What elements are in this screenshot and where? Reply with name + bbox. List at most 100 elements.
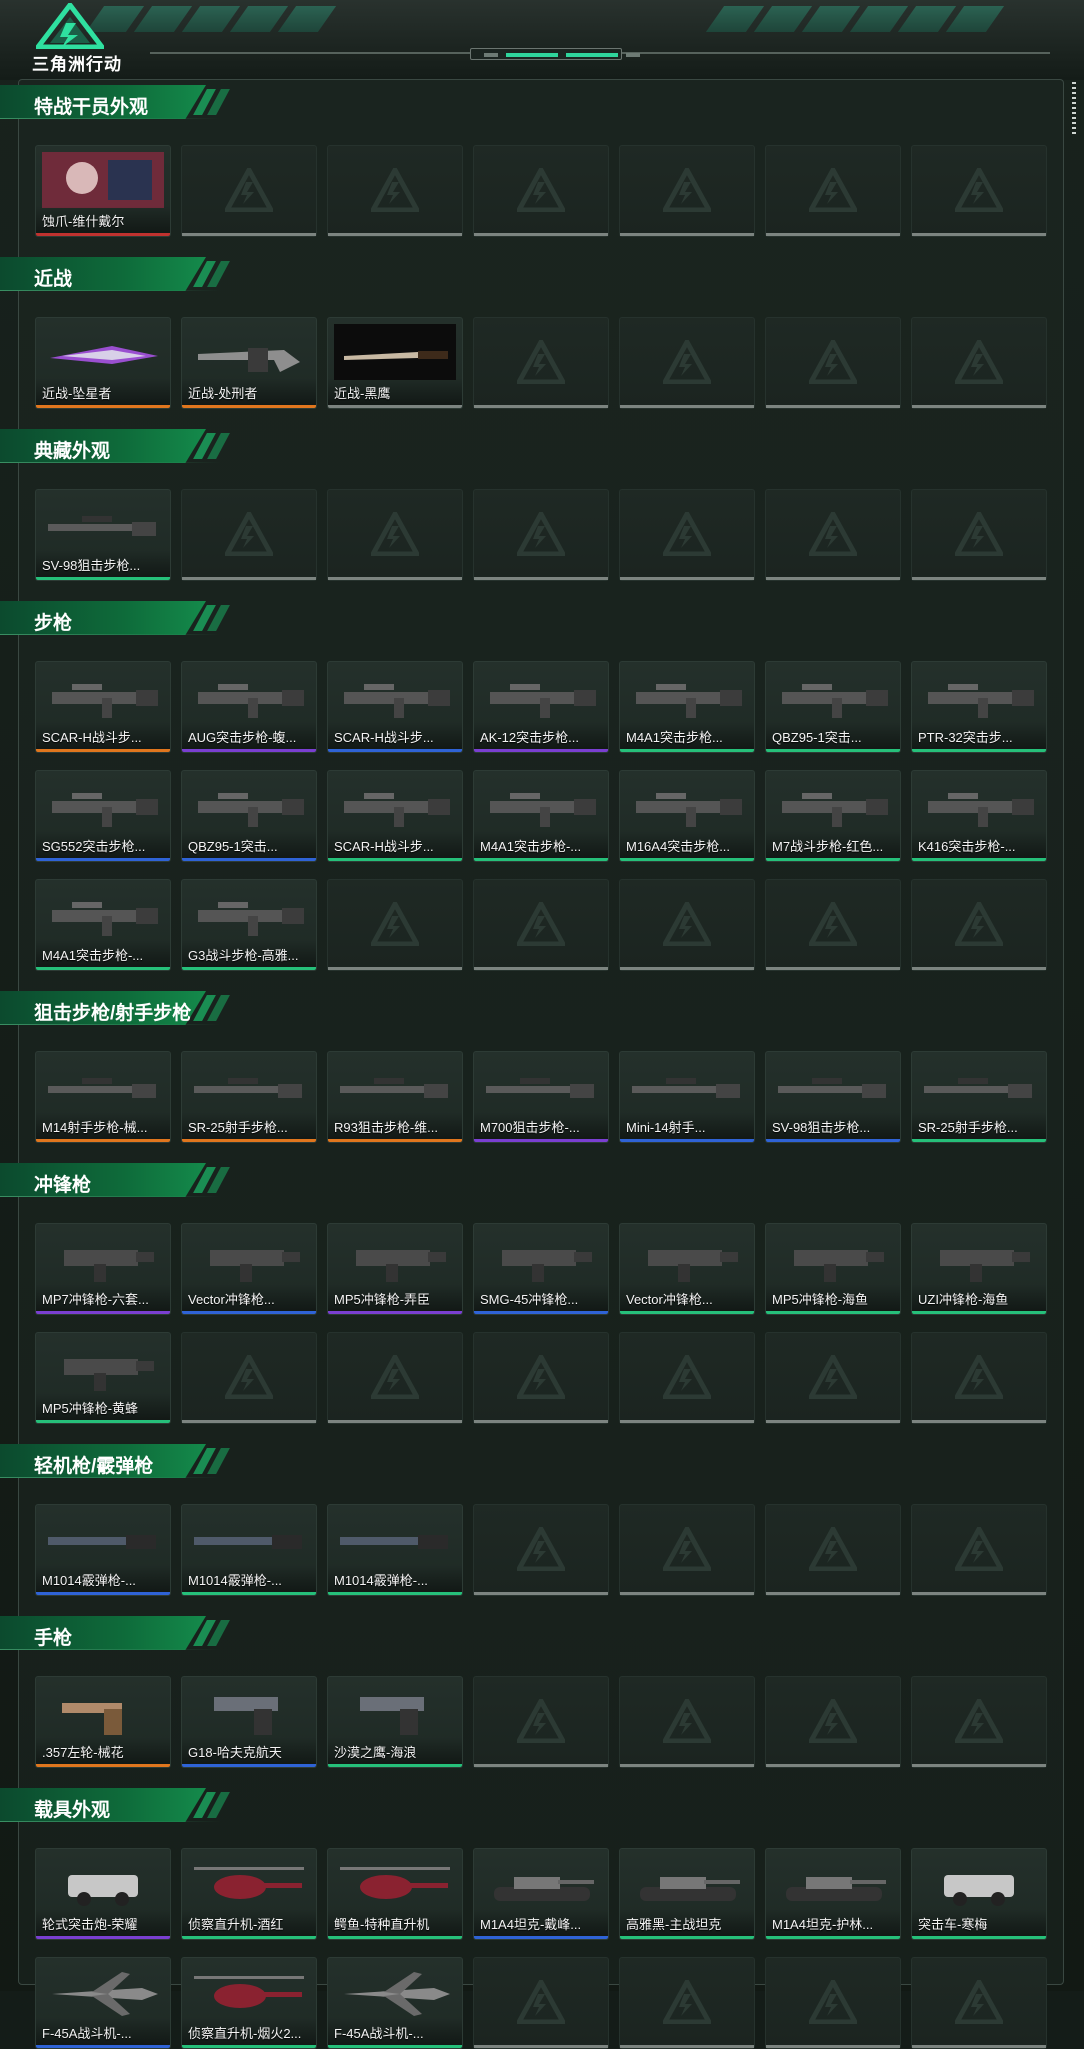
- empty-slot-logo-icon: [663, 1980, 711, 2024]
- collection-item-card[interactable]: K416突击步枪-...: [911, 770, 1047, 862]
- collection-item-card[interactable]: SV-98狙击步枪...: [765, 1051, 901, 1143]
- rarity-bar: [182, 1936, 316, 1939]
- collection-item-card[interactable]: Vector冲锋枪...: [181, 1223, 317, 1315]
- rarity-bar: [474, 749, 608, 752]
- collection-item-card[interactable]: M4A1突击步枪-...: [473, 770, 609, 862]
- collection-item-card[interactable]: SCAR-H战斗步...: [35, 661, 171, 753]
- item-label: UZI冲锋枪-海鱼: [918, 1292, 1009, 1307]
- collection-item-card[interactable]: AUG突击步枪-蝮...: [181, 661, 317, 753]
- collection-item-card[interactable]: QBZ95-1突击...: [181, 770, 317, 862]
- section-header: 冲锋枪: [0, 1163, 236, 1197]
- collection-item-card[interactable]: F-45A战斗机-...: [327, 1957, 463, 2049]
- assault-rifle-icon: [636, 793, 742, 827]
- collection-item-card[interactable]: G18-哈夫克航天: [181, 1676, 317, 1768]
- collection-item-card[interactable]: R93狙击步枪-维...: [327, 1051, 463, 1143]
- empty-slot: [619, 1676, 755, 1768]
- collection-item-card[interactable]: 突击车-寒梅: [911, 1848, 1047, 1940]
- rarity-bar: [766, 749, 900, 752]
- empty-slot-logo-icon: [955, 1355, 1003, 1399]
- empty-slot: [911, 1332, 1047, 1424]
- item-label: M4A1突击步枪-...: [480, 839, 582, 854]
- empty-slot-bar: [766, 577, 900, 580]
- collection-item-card[interactable]: M700狙击步枪-...: [473, 1051, 609, 1143]
- item-label: M1A4坦克-戴峰...: [480, 1917, 582, 1932]
- item-label: 蚀爪-维什戴尔: [42, 214, 125, 229]
- collection-item-card[interactable]: M14射手步枪-械...: [35, 1051, 171, 1143]
- collection-item-card[interactable]: SR-25射手步枪...: [911, 1051, 1047, 1143]
- rarity-bar: [328, 1139, 462, 1142]
- empty-slot-bar: [766, 1764, 900, 1767]
- empty-slot-logo-icon: [517, 512, 565, 556]
- collection-item-card[interactable]: 轮式突击炮-荣耀: [35, 1848, 171, 1940]
- empty-slot-logo-icon: [663, 512, 711, 556]
- section-title: 手枪: [34, 1628, 73, 1649]
- collection-item-card[interactable]: 近战-坠星者: [35, 317, 171, 409]
- collection-item-card[interactable]: QBZ95-1突击...: [765, 661, 901, 753]
- collection-item-card[interactable]: M4A1突击步枪...: [619, 661, 755, 753]
- collection-item-card[interactable]: SG552突击步枪...: [35, 770, 171, 862]
- collection-item-card[interactable]: M1A4坦克-戴峰...: [473, 1848, 609, 1940]
- empty-slot: [473, 1504, 609, 1596]
- rarity-bar: [620, 858, 754, 861]
- smg-icon: [794, 1250, 884, 1282]
- item-label: 侦察直升机-烟火2...: [188, 2026, 302, 2041]
- empty-slot: [765, 1957, 901, 2049]
- shotgun-icon: [48, 1535, 156, 1549]
- collection-item-card[interactable]: G3战斗步枪-高雅...: [181, 879, 317, 971]
- empty-slot-bar: [328, 577, 462, 580]
- collection-item-card[interactable]: M1A4坦克-护林...: [765, 1848, 901, 1940]
- item-label: M4A1突击步枪...: [626, 730, 723, 745]
- collection-item-card[interactable]: 侦察直升机-烟火2...: [181, 1957, 317, 2049]
- collection-item-card[interactable]: 蚀爪-维什戴尔: [35, 145, 171, 237]
- assault-rifle-icon: [928, 793, 1034, 827]
- empty-slot-bar: [474, 233, 608, 236]
- collection-item-card[interactable]: .357左轮-械花: [35, 1676, 171, 1768]
- collection-item-card[interactable]: SV-98狙击步枪...: [35, 489, 171, 581]
- collection-item-card[interactable]: 鳄鱼-特种直升机: [327, 1848, 463, 1940]
- collection-item-card[interactable]: SR-25射手步枪...: [181, 1051, 317, 1143]
- item-label: Vector冲锋枪...: [188, 1292, 275, 1307]
- collection-item-card[interactable]: MP5冲锋枪-黄蜂: [35, 1332, 171, 1424]
- empty-slot-bar: [620, 1420, 754, 1423]
- empty-slot: [473, 1332, 609, 1424]
- section-header: 载具外观: [0, 1788, 236, 1822]
- collection-item-card[interactable]: F-45A战斗机-...: [35, 1957, 171, 2049]
- assault-rifle-icon: [344, 793, 450, 827]
- empty-slot-logo-icon: [809, 902, 857, 946]
- collection-item-card[interactable]: SCAR-H战斗步...: [327, 661, 463, 753]
- scrollbar[interactable]: [1072, 82, 1076, 134]
- collection-item-card[interactable]: SMG-45冲锋枪...: [473, 1223, 609, 1315]
- collection-item-card[interactable]: MP5冲锋枪-海鱼: [765, 1223, 901, 1315]
- sniper-rifle-icon: [194, 1078, 302, 1098]
- collection-item-card[interactable]: 近战-处刑者: [181, 317, 317, 409]
- collection-item-card[interactable]: AK-12突击步枪...: [473, 661, 609, 753]
- collection-item-card[interactable]: M1014霰弹枪-...: [327, 1504, 463, 1596]
- collection-item-card[interactable]: 沙漠之鹰-海浪: [327, 1676, 463, 1768]
- collection-item-card[interactable]: Vector冲锋枪...: [619, 1223, 755, 1315]
- empty-slot: [473, 489, 609, 581]
- collection-item-card[interactable]: 侦察直升机-酒红: [181, 1848, 317, 1940]
- rarity-bar: [328, 1592, 462, 1595]
- collection-item-card[interactable]: M1014霰弹枪-...: [35, 1504, 171, 1596]
- item-label: M1014霰弹枪-...: [334, 1573, 428, 1588]
- collection-item-card[interactable]: MP7冲锋枪-六套...: [35, 1223, 171, 1315]
- melee-blade-icon: [50, 346, 158, 364]
- collection-item-card[interactable]: M1014霰弹枪-...: [181, 1504, 317, 1596]
- collection-item-card[interactable]: SCAR-H战斗步...: [327, 770, 463, 862]
- collection-item-card[interactable]: PTR-32突击步...: [911, 661, 1047, 753]
- rarity-bar: [36, 1420, 170, 1423]
- collection-item-card[interactable]: M16A4突击步枪...: [619, 770, 755, 862]
- collection-item-card[interactable]: 高雅黑-主战坦克: [619, 1848, 755, 1940]
- collection-item-card[interactable]: UZI冲锋枪-海鱼: [911, 1223, 1047, 1315]
- collection-item-card[interactable]: M7战斗步枪-红色...: [765, 770, 901, 862]
- collection-item-card[interactable]: Mini-14射手...: [619, 1051, 755, 1143]
- empty-slot-logo-icon: [371, 1355, 419, 1399]
- empty-slot-bar: [620, 1592, 754, 1595]
- item-label: MP5冲锋枪-海鱼: [772, 1292, 869, 1307]
- header-decor-left: [85, 6, 337, 32]
- empty-slot: [619, 879, 755, 971]
- collection-item-card[interactable]: 近战-黑鹰: [327, 317, 463, 409]
- empty-slot-bar: [620, 967, 754, 970]
- collection-item-card[interactable]: M4A1突击步枪-...: [35, 879, 171, 971]
- collection-item-card[interactable]: MP5冲锋枪-弄臣: [327, 1223, 463, 1315]
